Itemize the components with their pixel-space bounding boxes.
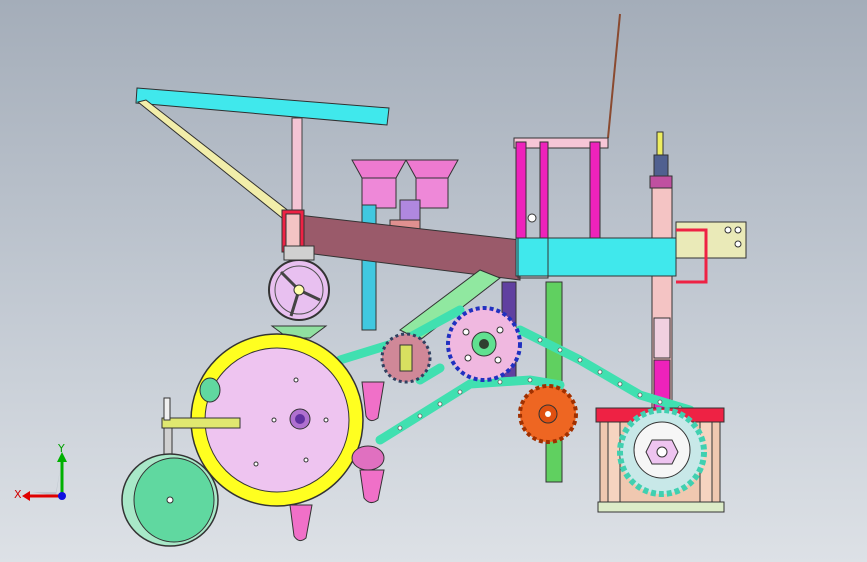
axis-triad-icon: Y X [14, 442, 67, 501]
sprocket-icon [446, 306, 522, 382]
handle-assembly [135, 87, 390, 219]
depth-wheel-icon [121, 453, 219, 547]
x-axis-label: X [14, 488, 22, 501]
upper-rod [607, 13, 621, 139]
y-axis-label: Y [57, 442, 65, 455]
handwheel-icon [268, 245, 330, 339]
cad-viewport[interactable]: Y X [0, 0, 867, 562]
cross-beam [515, 221, 747, 284]
small-sprocket-icon [380, 332, 432, 384]
planter-assembly-drawing: Y X [14, 13, 747, 547]
orange-sprocket-icon [518, 384, 578, 444]
gearbox [595, 407, 725, 513]
magenta-frame [513, 137, 609, 239]
